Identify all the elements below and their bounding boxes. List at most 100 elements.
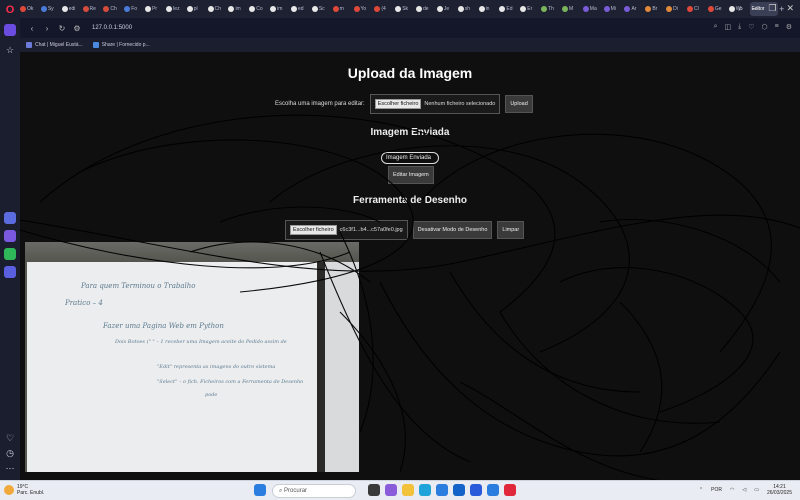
- tab-label: Sk: [402, 6, 409, 12]
- browser-tab[interactable]: Er: [520, 2, 540, 16]
- file-explorer-icon[interactable]: [402, 484, 414, 496]
- browser-tab[interactable]: Ch: [207, 2, 228, 16]
- tab-label: Ed: [506, 6, 513, 12]
- browser-tab[interactable]: Ch: [103, 2, 123, 16]
- draw-file-input[interactable]: Escolher ficheiro c6c3f1...b4...c57a0fe0…: [285, 220, 408, 240]
- browser-tab[interactable]: pl: [186, 2, 207, 16]
- tab-favicon-icon: [145, 6, 152, 12]
- close-icon[interactable]: ✕: [786, 3, 794, 14]
- browser-tab[interactable]: Mi: [603, 2, 624, 16]
- sent-image-heading: Imagem Enviada: [370, 127, 450, 138]
- maximize-icon[interactable]: ❐: [768, 3, 776, 14]
- wifi-icon[interactable]: ◠: [730, 487, 734, 493]
- edit-image-button[interactable]: Editar Imagem: [388, 166, 434, 184]
- extensions-icon[interactable]: ⬡: [762, 23, 768, 31]
- taskbar-search[interactable]: ⌕ Procurar: [272, 484, 356, 498]
- browser-tab[interactable]: Br: [645, 2, 665, 16]
- file-input[interactable]: Escolher ficheiro Nenhum ficheiro seleci…: [369, 94, 501, 114]
- more-icon[interactable]: ⋯: [4, 462, 16, 474]
- wall-area: [25, 242, 359, 262]
- browser-tab[interactable]: im: [270, 2, 290, 16]
- browser-tab[interactable]: Sk: [395, 2, 415, 16]
- browser-tab[interactable]: Fo: [124, 2, 144, 16]
- word-icon[interactable]: [470, 484, 482, 496]
- opera-logo-icon[interactable]: O: [4, 4, 16, 16]
- clear-button[interactable]: Limpar: [497, 221, 525, 239]
- volume-icon[interactable]: ◁: [742, 487, 746, 493]
- bookmark-item[interactable]: Chat | Miguel Eustá...: [26, 42, 83, 48]
- upload-button[interactable]: Upload: [505, 95, 533, 113]
- player-icon[interactable]: [4, 266, 16, 278]
- drawing-canvas-image[interactable]: Para quem Terminou o Trabalho Pratico – …: [25, 242, 359, 472]
- browser-tab[interactable]: in: [478, 2, 499, 16]
- browser-tab[interactable]: Ed: [499, 2, 519, 16]
- browser-tab[interactable]: Th: [541, 2, 561, 16]
- browser-sidebar: O ☆ ♡ ◷ ⋯: [0, 0, 20, 480]
- bookmark-item[interactable]: Share | Fornecido p...: [92, 42, 150, 48]
- store-icon[interactable]: [436, 484, 448, 496]
- tray-chevron-icon[interactable]: ⌃: [699, 487, 703, 493]
- vscode-icon[interactable]: [487, 484, 499, 496]
- browser-tab[interactable]: Co: [249, 2, 269, 16]
- language-indicator[interactable]: POR: [711, 487, 722, 493]
- draw-choose-file-button[interactable]: Escolher ficheiro: [290, 225, 337, 235]
- whatsapp-icon[interactable]: [4, 248, 16, 260]
- tab-label: Ma: [589, 6, 597, 12]
- browser-tab[interactable]: Pr: [145, 2, 165, 16]
- browser-tab[interactable]: Ge: [707, 2, 728, 16]
- browser-tab[interactable]: Yo: [353, 2, 374, 16]
- reload-icon[interactable]: ↻: [56, 24, 68, 33]
- aria-icon[interactable]: [4, 212, 16, 224]
- browser-tab[interactable]: ed: [290, 2, 311, 16]
- weather-widget[interactable]: 19°C Parc. Enubl.: [4, 484, 44, 496]
- site-info-icon[interactable]: ⚙: [71, 24, 83, 33]
- settings-icon[interactable]: ⚙: [786, 23, 792, 31]
- url-field[interactable]: 127.0.0.1:5000: [92, 25, 132, 31]
- browser-tab[interactable]: edi: [61, 2, 82, 16]
- outlook-icon[interactable]: [453, 484, 465, 496]
- back-icon[interactable]: ‹: [26, 24, 38, 33]
- task-view-icon[interactable]: [368, 484, 380, 496]
- clock[interactable]: 14:21 26/03/2025: [767, 484, 792, 496]
- browser-tab[interactable]: Re: [82, 2, 103, 16]
- start-icon[interactable]: [254, 484, 266, 496]
- heart-icon[interactable]: ♡: [4, 432, 16, 444]
- search-tabs-icon[interactable]: ⌕: [738, 3, 743, 14]
- camera-icon[interactable]: ◫: [724, 23, 731, 31]
- zoom-icon[interactable]: ⌕: [714, 23, 718, 31]
- home-icon[interactable]: [4, 24, 16, 36]
- browser-tab[interactable]: de: [416, 2, 436, 16]
- browser-tab[interactable]: m: [332, 2, 353, 16]
- download-icon[interactable]: ⤓: [738, 23, 741, 31]
- page-content: Upload da Imagem Escolha uma imagem para…: [20, 52, 800, 480]
- browser-tab[interactable]: Cl: [687, 2, 707, 16]
- forward-icon[interactable]: ›: [41, 24, 53, 33]
- browser-tab[interactable]: Ma: [582, 2, 603, 16]
- toggle-draw-mode-button[interactable]: Desativar Modo de Desenho: [412, 221, 493, 239]
- weather-condition: Parc. Enubl.: [17, 490, 45, 496]
- browser-tab[interactable]: Ar: [624, 2, 644, 16]
- browser-tab[interactable]: Iez: [165, 2, 186, 16]
- handwritten-line: pode: [205, 392, 218, 398]
- history-icon[interactable]: ◷: [4, 447, 16, 459]
- browser-tab[interactable]: Di: [666, 2, 686, 16]
- browser-tab[interactable]: im: [228, 2, 248, 16]
- widgets-icon[interactable]: [385, 484, 397, 496]
- handwritten-line: Pratico – 4: [65, 299, 103, 307]
- choose-file-button[interactable]: Escolher ficheiro: [374, 99, 422, 109]
- minimize-icon[interactable]: –: [753, 3, 758, 14]
- battery-icon[interactable]: ▭: [754, 487, 759, 493]
- browser-tab[interactable]: sh: [457, 2, 478, 16]
- browser-tab[interactable]: Je: [436, 2, 457, 16]
- browser-tab[interactable]: Ok: [20, 2, 40, 16]
- bookmark-icon[interactable]: ♡: [748, 23, 754, 31]
- browser-tab[interactable]: M: [561, 2, 582, 16]
- browser-tab[interactable]: (4: [374, 2, 394, 16]
- opera-taskbar-icon[interactable]: [504, 484, 516, 496]
- browser-tab[interactable]: Sc: [311, 2, 332, 16]
- messenger-icon[interactable]: [4, 230, 16, 242]
- menu-icon[interactable]: ≡: [775, 23, 779, 31]
- browser-tab[interactable]: Sy: [40, 2, 61, 16]
- star-icon[interactable]: ☆: [4, 44, 16, 56]
- edge-icon[interactable]: [419, 484, 431, 496]
